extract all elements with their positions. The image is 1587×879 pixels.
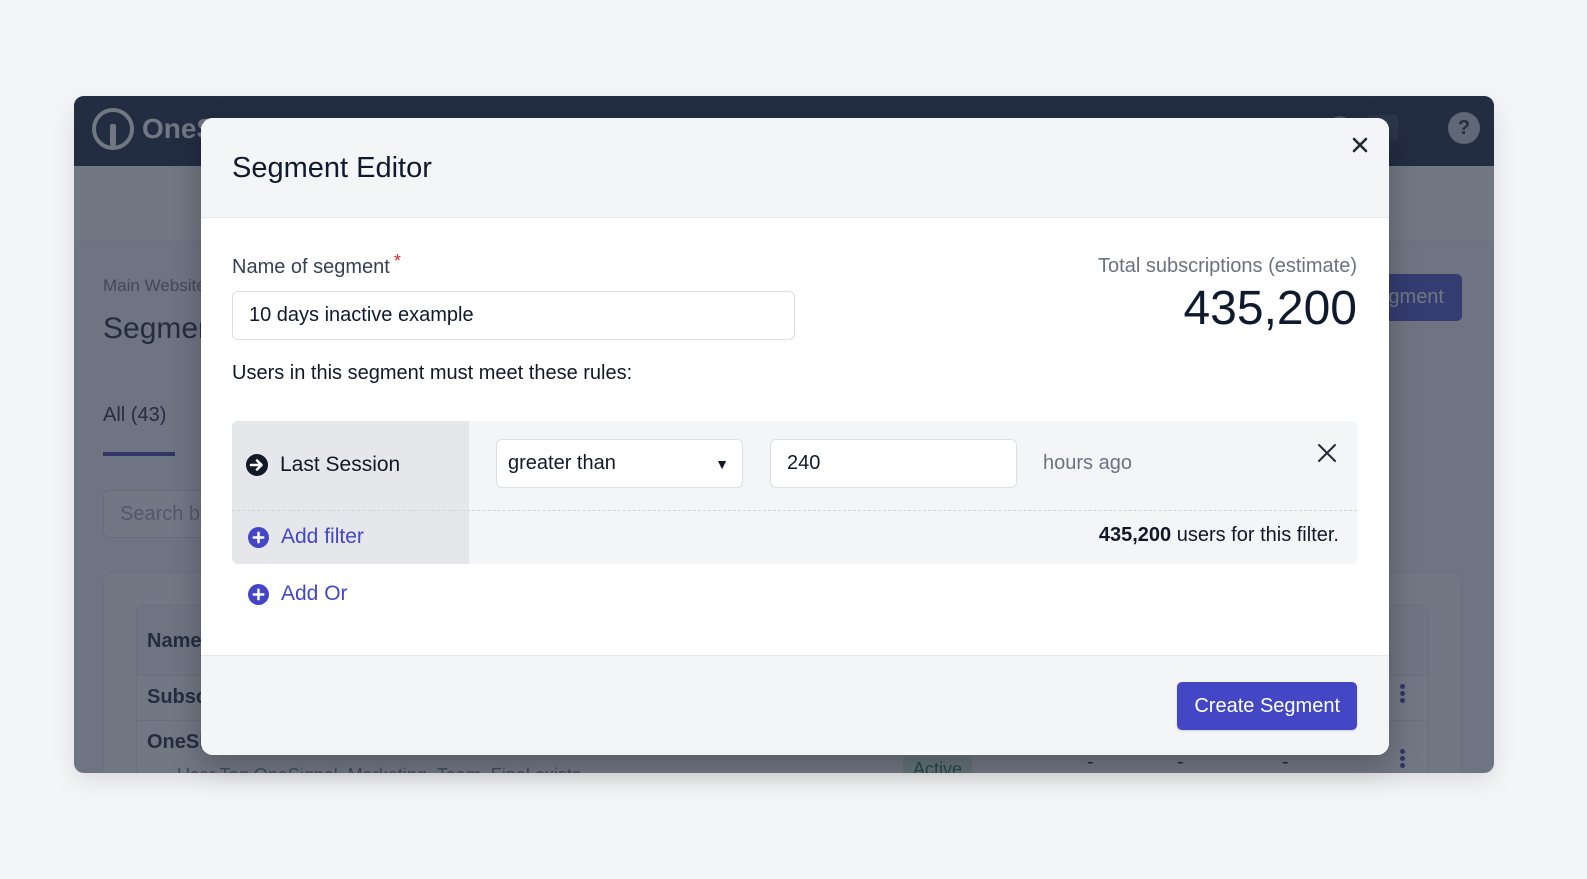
caret-down-icon: ▼ [715, 455, 729, 472]
rules-description: Users in this segment must meet these ru… [232, 362, 633, 384]
total-subscriptions-value: 435,200 [1183, 282, 1357, 335]
segment-editor-modal: Segment Editor Name of segment* Total su… [201, 118, 1389, 755]
filter-count-suffix: users for this filter. [1171, 524, 1339, 546]
close-icon [1318, 444, 1336, 462]
filter-divider [232, 510, 1357, 511]
plus-circle-icon [248, 583, 269, 605]
filter-group: Last Session Add filter greater than ▼ h… [232, 421, 1357, 564]
add-filter-label: Add filter [281, 525, 364, 548]
plus-circle-icon [248, 526, 269, 548]
add-or-label: Add Or [281, 582, 348, 605]
modal-title: Segment Editor [232, 152, 432, 184]
required-marker: * [393, 251, 401, 271]
filter-value-input[interactable] [770, 439, 1017, 488]
segment-name-input[interactable] [232, 291, 795, 340]
filter-user-count: 435,200 users for this filter. [1099, 524, 1339, 547]
filter-name-label: Last Session [280, 453, 401, 476]
operator-select[interactable]: greater than ▼ [496, 439, 743, 488]
modal-body: Name of segment* Total subscriptions (es… [201, 218, 1389, 655]
add-or-button[interactable]: Add Or [248, 582, 348, 606]
segment-name-label-text: Name of segment [232, 256, 390, 278]
remove-filter-button[interactable] [1315, 441, 1339, 465]
close-button[interactable] [1347, 132, 1373, 158]
arrow-right-circle-icon [246, 454, 268, 476]
operator-value: greater than [508, 452, 616, 474]
modal-footer: Create Segment [201, 655, 1389, 755]
add-filter-button[interactable]: Add filter [248, 525, 364, 549]
filter-type: Last Session [246, 453, 400, 477]
filter-unit: hours ago [1043, 452, 1132, 474]
filter-count-value: 435,200 [1098, 524, 1172, 546]
close-icon [1352, 137, 1368, 153]
total-subscriptions-label: Total subscriptions (estimate) [1098, 255, 1357, 277]
create-segment-button[interactable]: Create Segment [1177, 682, 1357, 730]
modal-header: Segment Editor [201, 118, 1389, 218]
segment-name-label: Name of segment * [232, 251, 401, 279]
